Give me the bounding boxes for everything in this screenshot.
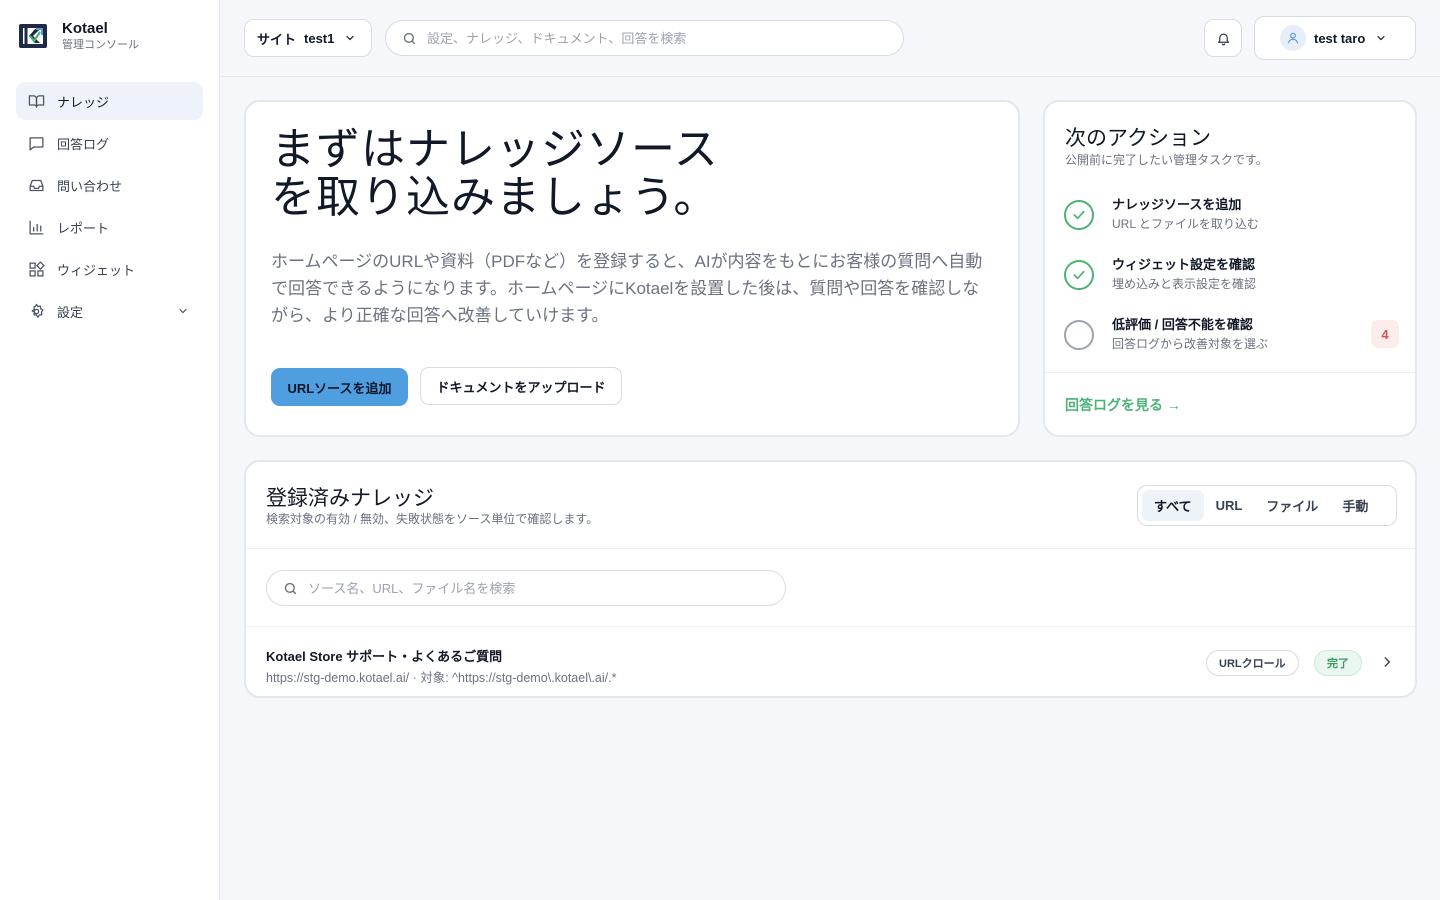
kotael-logo-icon [19, 24, 47, 48]
brand-name: Kotael [62, 20, 108, 37]
sidebar-item-label: ウィジェット [57, 262, 136, 278]
chevron-down-icon [1375, 32, 1387, 44]
book-open-icon [28, 93, 45, 110]
sidebar-item-label: レポート [57, 220, 110, 236]
view-answer-log-link[interactable]: 回答ログを見る → [1065, 395, 1181, 415]
count-badge: 4 [1371, 320, 1399, 348]
add-url-source-button[interactable]: URLソースを追加 [271, 368, 408, 406]
search-icon [402, 31, 417, 46]
sidebar: Kotael 管理コンソール ナレッジ 回答ログ 問い合わせ レポート ウィジェ… [0, 0, 220, 900]
sidebar-item-label: 設定 [57, 304, 84, 320]
chevron-down-icon [344, 32, 356, 44]
user-menu[interactable]: test taro [1254, 16, 1416, 60]
avatar [1280, 25, 1306, 51]
sidebar-item-answer-log[interactable]: 回答ログ [16, 124, 203, 162]
brand[interactable]: Kotael 管理コンソール [18, 20, 139, 52]
sidebar-item-settings[interactable]: 設定 [16, 292, 203, 330]
onboarding-card: まずはナレッジソース を取り込みましょう。 ホームページのURLや資料（PDFな… [244, 100, 1020, 437]
task-item[interactable]: 低評価 / 回答不能を確認 回答ログから改善対象を選ぶ 4 [1064, 314, 1399, 356]
title-line-1: まずはナレッジソース [271, 125, 719, 174]
task-item[interactable]: ナレッジソースを追加 URL とファイルを取り込む [1064, 194, 1399, 236]
task-title: 低評価 / 回答不能を確認 [1112, 317, 1253, 332]
message-square-icon [28, 135, 45, 152]
onboarding-description: ホームページのURLや資料（PDFなど）を登録すると、AIが内容をもとにお客様の… [271, 252, 983, 325]
sidebar-item-reports[interactable]: レポート [16, 208, 203, 246]
divider [246, 548, 1415, 549]
header-divider [220, 76, 1440, 77]
knowledge-title: 登録済みナレッジ [266, 487, 434, 510]
empty-circle-icon [1064, 320, 1094, 350]
task-title: ナレッジソースを追加 [1112, 197, 1242, 212]
sidebar-item-label: 回答ログ [57, 136, 110, 152]
sidebar-item-inquiries[interactable]: 問い合わせ [16, 166, 203, 204]
global-search[interactable] [385, 20, 904, 56]
source-detail: https://stg-demo.kotael.ai/ · 対象: ^https… [266, 671, 617, 685]
next-actions-subtitle: 公開前に完了したい管理タスクです。 [1065, 153, 1268, 167]
divider [1045, 372, 1415, 373]
knowledge-subtitle: 検索対象の有効 / 無効、失敗状態をソース単位で確認します。 [266, 512, 599, 526]
sidebar-nav: ナレッジ 回答ログ 問い合わせ レポート ウィジェット 設定 [16, 82, 203, 334]
status-badge: 完了 [1314, 650, 1362, 676]
site-label: サイト [257, 31, 297, 47]
source-title: Kotael Store サポート・よくあるご質問 [266, 649, 503, 664]
user-name: test taro [1314, 30, 1366, 46]
check-circle-icon [1064, 260, 1094, 290]
task-subtitle: 埋め込みと表示設定を確認 [1112, 277, 1257, 291]
sidebar-item-label: 問い合わせ [57, 178, 123, 194]
list-item[interactable]: Kotael Store サポート・よくあるご質問 https://stg-de… [246, 627, 1415, 698]
tab-file[interactable]: ファイル [1254, 490, 1330, 521]
next-actions-card: 次のアクション 公開前に完了したい管理タスクです。 ナレッジソースを追加 URL… [1043, 100, 1417, 437]
search-icon [283, 581, 298, 596]
bar-chart-icon [28, 219, 45, 236]
sidebar-item-knowledge[interactable]: ナレッジ [16, 82, 203, 120]
global-search-input[interactable] [427, 30, 867, 46]
task-title: ウィジェット設定を確認 [1112, 257, 1256, 272]
check-circle-icon [1064, 200, 1094, 230]
task-subtitle: 回答ログから改善対象を選ぶ [1112, 337, 1269, 351]
bell-icon [1216, 31, 1231, 46]
chevron-down-icon [177, 305, 189, 317]
registered-knowledge-card: 登録済みナレッジ 検索対象の有効 / 無効、失敗状態をソース単位で確認します。 … [244, 460, 1417, 698]
chevron-right-icon [1380, 655, 1394, 669]
upload-document-button[interactable]: ドキュメントをアップロード [420, 367, 622, 405]
tab-url[interactable]: URL [1204, 490, 1255, 521]
widgets-grid-icon [28, 260, 45, 278]
source-type-badge: URLクロール [1206, 650, 1299, 676]
sidebar-item-widget[interactable]: ウィジェット [16, 250, 203, 288]
site-value: test1 [304, 30, 335, 46]
title-line-2: を取り込みましょう。 [271, 173, 719, 222]
next-actions-title: 次のアクション [1065, 127, 1211, 150]
tab-manual[interactable]: 手動 [1330, 490, 1380, 521]
sidebar-item-label: ナレッジ [57, 94, 110, 110]
gear-icon [28, 303, 45, 320]
tab-all[interactable]: すべて [1142, 490, 1204, 521]
knowledge-search-input[interactable] [308, 580, 748, 596]
page-title: まずはナレッジソース を取り込みましょう。 [271, 126, 831, 222]
knowledge-search[interactable] [266, 570, 786, 606]
notifications-button[interactable] [1204, 19, 1242, 57]
task-subtitle: URL とファイルを取り込む [1112, 217, 1259, 231]
site-selector[interactable]: サイト test1 [244, 19, 372, 57]
brand-subtitle: 管理コンソール [62, 39, 139, 51]
source-type-filter: すべて URL ファイル 手動 [1137, 485, 1397, 526]
inbox-icon [28, 177, 45, 194]
task-item[interactable]: ウィジェット設定を確認 埋め込みと表示設定を確認 [1064, 254, 1399, 296]
